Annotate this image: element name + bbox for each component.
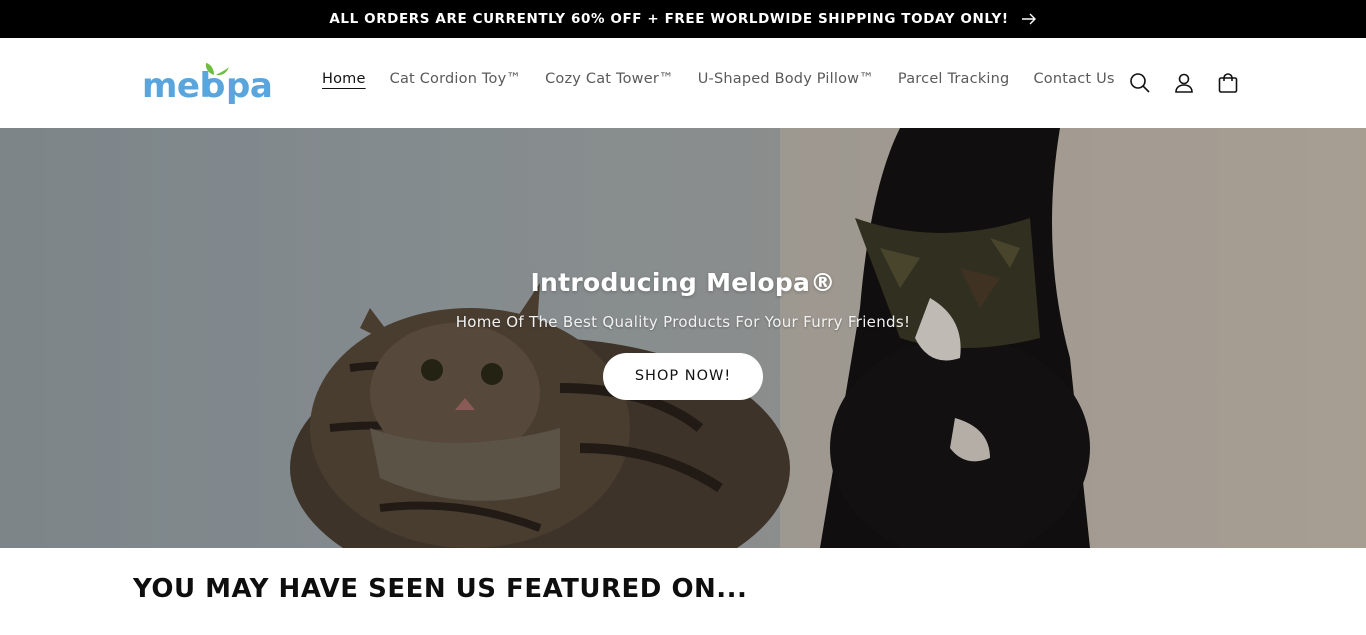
- nav-cozy-cat-tower[interactable]: Cozy Cat Tower™: [545, 71, 674, 87]
- announcement-bar[interactable]: ALL ORDERS ARE CURRENTLY 60% OFF + FREE …: [0, 0, 1366, 38]
- header-icons: [1118, 66, 1250, 100]
- arrow-right-icon: [1021, 13, 1037, 25]
- shop-now-button[interactable]: SHOP NOW!: [603, 353, 763, 400]
- svg-text:pa: pa: [226, 66, 272, 106]
- featured-heading: YOU MAY HAVE SEEN US FEATURED ON...: [133, 574, 748, 604]
- hero-subtitle: Home Of The Best Quality Products For Yo…: [455, 313, 911, 331]
- logo[interactable]: mel o pa: [142, 60, 282, 108]
- announcement-text: ALL ORDERS ARE CURRENTLY 60% OFF + FREE …: [329, 11, 1009, 27]
- cart-icon[interactable]: [1206, 66, 1250, 100]
- nav-home[interactable]: Home: [322, 71, 366, 87]
- hero-content: Introducing Melopa® Home Of The Best Qua…: [0, 268, 1366, 400]
- hero-banner: Introducing Melopa® Home Of The Best Qua…: [0, 128, 1366, 548]
- svg-text:mel: mel: [142, 66, 211, 106]
- search-icon[interactable]: [1118, 66, 1162, 100]
- nav-u-shaped-body-pillow[interactable]: U-Shaped Body Pillow™: [698, 71, 874, 87]
- hero-title: Introducing Melopa®: [530, 268, 836, 297]
- account-icon[interactable]: [1162, 66, 1206, 100]
- main-nav: Home Cat Cordion Toy™ Cozy Cat Tower™ U-…: [322, 71, 1139, 87]
- nav-contact-us[interactable]: Contact Us: [1033, 71, 1114, 87]
- site-header: mel o pa Home Cat Cordion Toy™ Cozy Cat …: [0, 38, 1366, 128]
- nav-cat-cordion-toy[interactable]: Cat Cordion Toy™: [390, 71, 521, 87]
- nav-parcel-tracking[interactable]: Parcel Tracking: [898, 71, 1010, 87]
